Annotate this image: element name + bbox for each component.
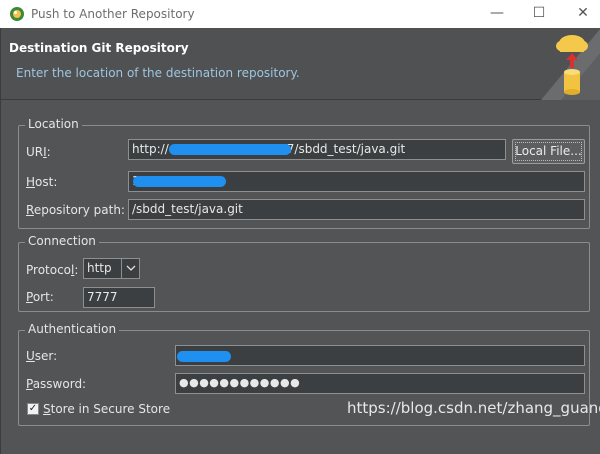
user-field[interactable] [175, 345, 585, 366]
connection-legend: Connection [25, 234, 99, 248]
password-field[interactable]: ●●●●●●●●●●●● [175, 373, 585, 394]
repository-path-label: Repository path: [26, 203, 125, 217]
protocol-value: http [87, 261, 112, 275]
location-legend: Location [25, 117, 82, 131]
redaction-mark [133, 176, 226, 187]
chevron-down-icon[interactable] [121, 259, 139, 278]
wizard-banner: Destination Git Repository Enter the loc… [1, 28, 600, 100]
repository-path-field[interactable]: /sbdd_test/java.git [128, 199, 585, 220]
window-title: Push to Another Repository [31, 7, 195, 21]
minimize-button[interactable]: — [480, 2, 514, 26]
port-field[interactable]: 7777 [83, 287, 155, 308]
host-label: Host: [26, 175, 58, 189]
local-file-button[interactable]: Local File... [512, 139, 585, 164]
watermark: https://blog.csdn.net/zhang_guang [347, 399, 600, 417]
port-label: Port: [26, 290, 54, 304]
store-secure-label[interactable]: Store in Secure Store [43, 402, 170, 416]
user-label: User: [26, 349, 58, 363]
maximize-button[interactable]: ☐ [522, 2, 556, 26]
page-description: Enter the location of the destination re… [16, 66, 300, 80]
redaction-mark [177, 351, 231, 362]
store-secure-checkbox[interactable]: ✓ [27, 403, 39, 415]
password-label: Password: [26, 377, 87, 391]
uri-label: URI: [26, 145, 51, 159]
eclipse-egit-icon [10, 7, 24, 21]
protocol-label: Protocol: [26, 263, 79, 277]
cloud-upload-database-icon [541, 29, 600, 100]
dialog-body: Destination Git Repository Enter the loc… [0, 28, 600, 454]
authentication-legend: Authentication [25, 322, 120, 336]
title-bar: Push to Another Repository — ☐ ✕ [0, 0, 600, 28]
redaction-mark [169, 144, 291, 155]
close-button[interactable]: ✕ [566, 2, 600, 26]
page-title: Destination Git Repository [9, 41, 189, 55]
protocol-select[interactable]: http [83, 258, 140, 279]
